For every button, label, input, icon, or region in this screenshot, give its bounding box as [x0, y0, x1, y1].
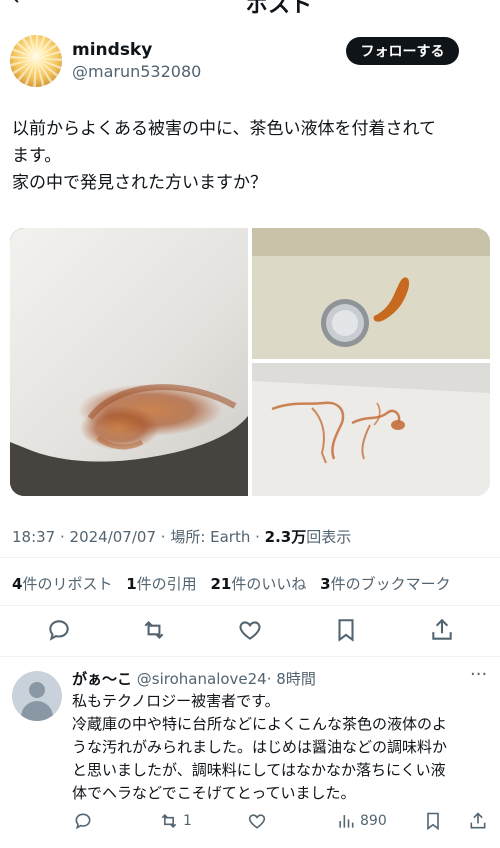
like-heart-icon[interactable]: [237, 617, 263, 643]
reply-views-count: 890: [360, 813, 387, 829]
likes-stat[interactable]: 21件のいいね: [210, 575, 306, 593]
reply-share-icon[interactable]: [468, 810, 488, 832]
reply-avatar[interactable]: [12, 671, 62, 721]
photo-liquid-trail[interactable]: [252, 363, 490, 496]
reply-text-line: 体でヘラなどでこそげてとっていました。: [72, 784, 356, 802]
media-grid: [10, 228, 490, 496]
views-count: 2.3万: [264, 528, 307, 546]
reply-like-icon[interactable]: [247, 810, 267, 832]
top-bar: ← ポスト: [0, 0, 500, 14]
tweet-meta: 18:37 · 2024/07/07 · 場所: Earth · 2.3万回表示: [12, 528, 352, 546]
back-arrow-icon[interactable]: ←: [12, 0, 30, 11]
reply-retweet-icon: [161, 814, 177, 828]
divider: [0, 605, 500, 606]
reply-header: がぁ〜こ @sirohanalove24· 8時間: [72, 668, 316, 689]
bookmark-icon[interactable]: [333, 617, 359, 643]
divider: [0, 557, 500, 558]
author-handle[interactable]: @marun532080: [72, 62, 201, 81]
author-avatar[interactable]: [10, 35, 62, 87]
reply-views-button[interactable]: 890: [336, 810, 387, 832]
photo-countertop-stain[interactable]: [10, 228, 248, 496]
share-icon[interactable]: [429, 617, 455, 643]
reply-actions: 1 890: [0, 810, 500, 834]
page-title: ポスト: [246, 0, 313, 14]
author-display-name[interactable]: mindsky: [72, 40, 152, 60]
tweet-stats: 4件のリポスト 1件の引用 21件のいいね 3件のブックマーク: [12, 573, 460, 594]
views-bar-icon: [339, 815, 354, 828]
reply-time: · 8時間: [266, 670, 316, 688]
tweet-text-line: 家の中で発見された方いますか？: [12, 173, 267, 193]
reply-more-icon[interactable]: ···: [470, 664, 487, 685]
reply-comment-icon[interactable]: [73, 810, 93, 832]
reply-text: 私もテクノロジー被害者です。 冷蔵庫の中や特に台所などによくこんな茶色の液体のよ…: [72, 690, 492, 805]
photo-sink-drain[interactable]: [252, 228, 490, 359]
retweet-icon[interactable]: [141, 617, 167, 643]
reply-retweet-button[interactable]: 1: [159, 810, 192, 832]
reply-bookmark-icon[interactable]: [423, 810, 443, 832]
reply-icon[interactable]: [46, 617, 72, 643]
reply-text-line: 冷蔵庫の中や特に台所などによくこんな茶色の液体のよ: [72, 715, 448, 733]
divider: [0, 656, 500, 657]
tweet-actions: [0, 617, 500, 645]
tweet-location: 場所: Earth: [170, 528, 251, 546]
tweet-text-line: ます。: [12, 146, 62, 166]
reply-text-line: と思いましたが、調味料にしてはなかなか落ちにくい液: [72, 761, 446, 779]
bookmarks-stat[interactable]: 3件のブックマーク: [320, 575, 450, 593]
tweet-time[interactable]: 18:37 · 2024/07/07: [12, 528, 156, 546]
reply-display-name[interactable]: がぁ〜こ: [72, 670, 132, 688]
tweet-text: 以前からよくある被害の中に、茶色い液体を付着されて ます。 家の中で発見された方…: [12, 116, 492, 197]
quotes-stat[interactable]: 1件の引用: [126, 575, 196, 593]
tweet-text-line: 以前からよくある被害の中に、茶色い液体を付着されて: [12, 119, 436, 139]
follow-button[interactable]: フォローする: [346, 37, 459, 65]
reply-retweet-count: 1: [183, 813, 192, 829]
reposts-stat[interactable]: 4件のリポスト: [12, 575, 112, 593]
views-label: 回表示: [306, 528, 352, 546]
reply-text-line: うな汚れがみられました。はじめは醤油などの調味料か: [72, 738, 448, 756]
reply-text-line: 私もテクノロジー被害者です。: [72, 692, 280, 710]
reply-handle[interactable]: @sirohanalove24: [137, 670, 267, 688]
